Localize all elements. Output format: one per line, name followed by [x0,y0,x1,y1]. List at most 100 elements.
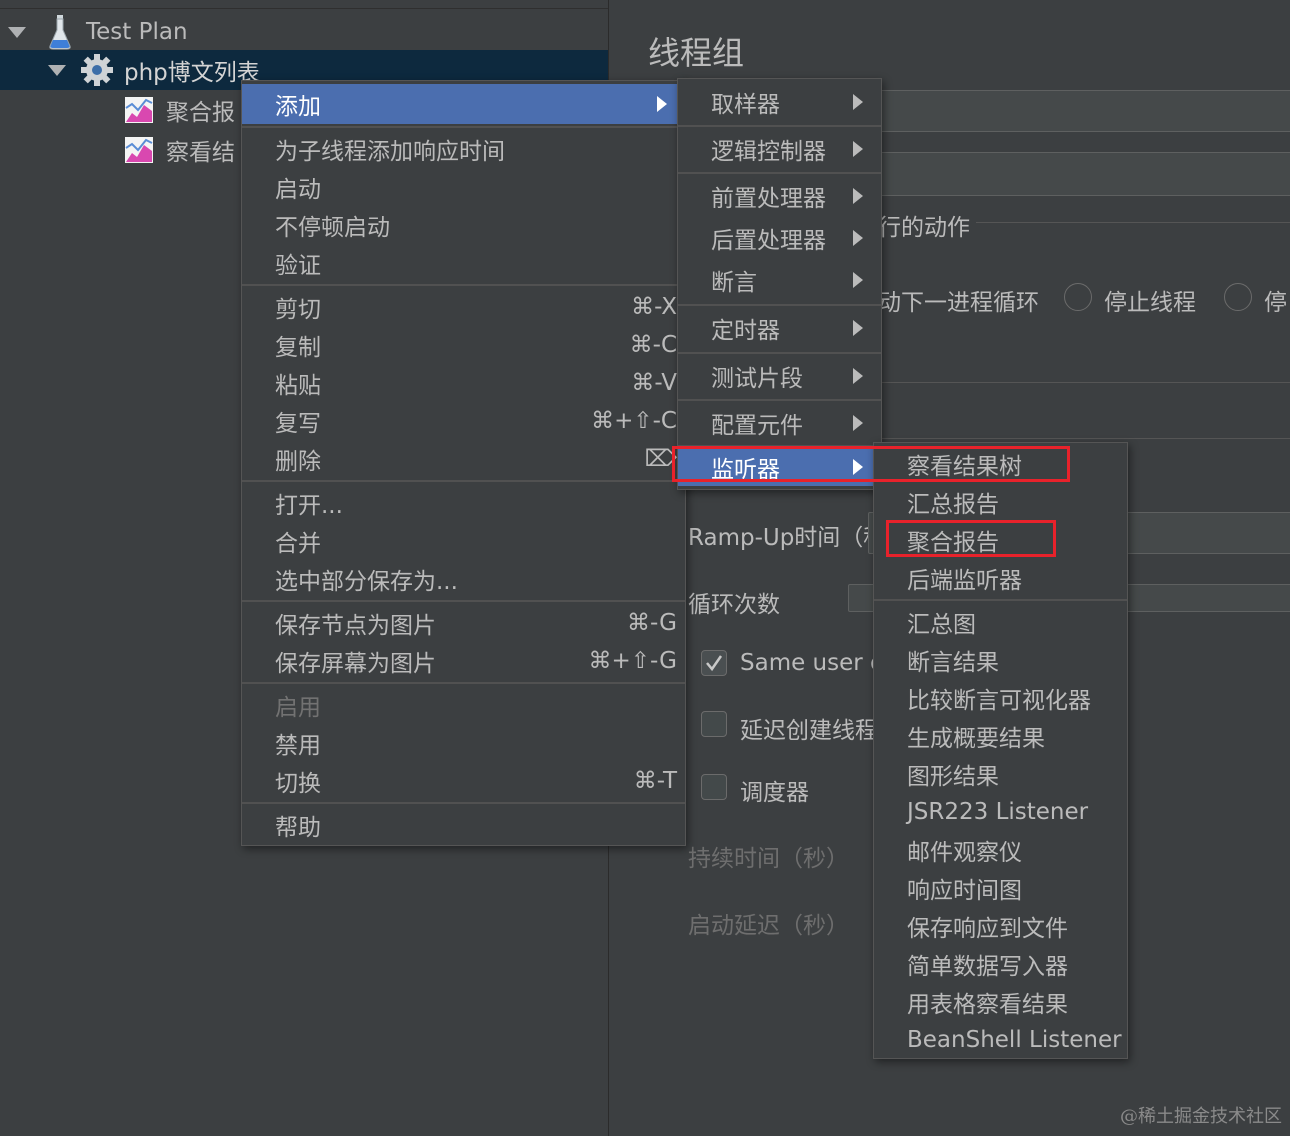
menu-item-label: 打开... [275,493,343,519]
same-user-label: Same user o [740,650,885,676]
menu-item-label: 断言 [711,270,757,296]
tree-node-test-plan[interactable]: Test Plan [0,12,608,52]
submenu-item-config-element[interactable]: 配置元件 [678,404,881,442]
expand-triangle-icon[interactable] [48,64,66,76]
menu-item-label: 保存节点为图片 [275,613,436,639]
menu-item-label: 断言结果 [907,650,999,676]
menu-item-label: 汇总图 [907,612,976,638]
listener-comparison-visualizer[interactable]: 比较断言可视化器 [874,679,1127,717]
menu-item-label: 帮助 [275,815,321,841]
expand-triangle-icon[interactable] [8,26,26,38]
menu-item-label: 合并 [275,531,321,557]
menu-item-label: JSR223 Listener [907,799,1089,825]
menu-item-label: 复写 [275,411,321,437]
menu-separator [678,125,881,127]
submenu-item-timer[interactable]: 定时器 [678,309,881,347]
submenu-item-assertion[interactable]: 断言 [678,261,881,299]
menu-separator [242,480,685,482]
menu-item-save-node-image[interactable]: 保存节点为图片 ⌘-G [242,604,685,642]
delay-create-checkbox[interactable] [701,711,727,737]
radio-stop-test[interactable] [1224,283,1252,311]
menu-shortcut: ⌘+⇧-G [588,648,677,674]
menu-item-add-think-time[interactable]: 为子线程添加响应时间 [242,130,685,168]
menu-item-merge[interactable]: 合并 [242,522,685,560]
scheduler-checkbox[interactable] [701,774,727,800]
listener-beanshell[interactable]: BeanShell Listener [874,1021,1127,1059]
submenu-arrow-icon [853,320,863,336]
submenu-arrow-icon [853,272,863,288]
menu-item-label: 逻辑控制器 [711,139,826,165]
menu-item-label: 配置元件 [711,413,803,439]
submenu-item-logic-controller[interactable]: 逻辑控制器 [678,130,881,168]
submenu-item-sampler[interactable]: 取样器 [678,83,881,121]
menu-item-label: 邮件观察仪 [907,840,1022,866]
menu-separator [242,682,685,684]
menu-item-validate[interactable]: 验证 [242,244,685,282]
menu-item-label: 定时器 [711,318,780,344]
submenu-arrow-icon [853,415,863,431]
listener-simple-data-writer[interactable]: 简单数据写入器 [874,945,1127,983]
same-user-checkbox[interactable] [701,650,727,676]
menu-separator [678,172,881,174]
menu-item-label: 保存屏幕为图片 [275,651,436,677]
submenu-item-post-processor[interactable]: 后置处理器 [678,219,881,257]
menu-item-start[interactable]: 启动 [242,168,685,206]
submenu-item-test-fragment[interactable]: 测试片段 [678,357,881,395]
menu-item-add[interactable]: 添加 [242,84,685,124]
menu-separator [242,284,685,286]
menu-shortcut: ⌘-T [633,768,677,794]
tree-label: 聚合报 [166,100,235,126]
listener-generate-summary[interactable]: 生成概要结果 [874,717,1127,755]
listener-backend-listener[interactable]: 后端监听器 [874,559,1127,597]
tree-label-thread-group: php博文列表 [124,60,260,86]
menu-item-label: 后端监听器 [907,568,1022,594]
listener-mailer-visualizer[interactable]: 邮件观察仪 [874,831,1127,869]
menu-item-label: 前置处理器 [711,186,826,212]
menu-item-label: 选中部分保存为... [275,569,458,595]
menu-item-save-selection-as[interactable]: 选中部分保存为... [242,560,685,598]
loop-count-label: 循环次数 [688,592,780,618]
menu-item-label: 为子线程添加响应时间 [275,139,505,165]
listener-summary-report[interactable]: 汇总报告 [874,483,1127,521]
listener-view-results-table[interactable]: 用表格察看结果 [874,983,1127,1021]
submenu-item-pre-processor[interactable]: 前置处理器 [678,177,881,215]
menu-item-label: 取样器 [711,92,780,118]
checkmark-icon [706,655,723,672]
menu-shortcut: ⌘-G [627,610,677,636]
menu-item-disable[interactable]: 禁用 [242,724,685,762]
menu-item-delete[interactable]: 删除 ⌦ [242,440,685,478]
listener-save-responses[interactable]: 保存响应到文件 [874,907,1127,945]
menu-separator [242,802,685,804]
listener-graph-results[interactable]: 图形结果 [874,755,1127,793]
listener-response-time-graph[interactable]: 响应时间图 [874,869,1127,907]
annotation-box-listener [672,446,1070,482]
tree-label: 察看结 [166,140,235,166]
radio-stop-thread[interactable] [1064,283,1092,311]
menu-item-label: 剪切 [275,297,321,323]
watermark: @稀土掘金技术社区 [1120,1106,1282,1127]
menu-item-cut[interactable]: 剪切 ⌘-X [242,288,685,326]
add-submenu: 取样器 逻辑控制器 前置处理器 后置处理器 断言 定时器 测试片段 配置元件 监… [677,78,882,490]
menu-shortcut: ⌘+⇧-C [591,408,677,434]
menu-item-paste[interactable]: 粘贴 ⌘-V [242,364,685,402]
tree-label-test-plan: Test Plan [86,19,188,45]
menu-item-label: 图形结果 [907,764,999,790]
listener-jsr223[interactable]: JSR223 Listener [874,793,1127,831]
menu-item-toggle[interactable]: 切换 ⌘-T [242,762,685,800]
listener-summary-graph[interactable]: 汇总图 [874,603,1127,641]
menu-separator [242,126,685,128]
menu-separator [678,304,881,306]
menu-item-duplicate[interactable]: 复写 ⌘+⇧-C [242,402,685,440]
menu-item-start-no-pause[interactable]: 不停顿启动 [242,206,685,244]
menu-item-copy[interactable]: 复制 ⌘-C [242,326,685,364]
menu-item-open[interactable]: 打开... [242,484,685,522]
menu-item-save-screen-image[interactable]: 保存屏幕为图片 ⌘+⇧-G [242,642,685,680]
listener-assertion-results[interactable]: 断言结果 [874,641,1127,679]
menu-separator [678,352,881,354]
menu-item-help[interactable]: 帮助 [242,806,685,844]
submenu-arrow-icon [853,188,863,204]
chart-listener-icon [125,97,153,123]
submenu-arrow-icon [657,96,667,112]
menu-item-label: 生成概要结果 [907,726,1045,752]
flask-icon [49,15,71,50]
